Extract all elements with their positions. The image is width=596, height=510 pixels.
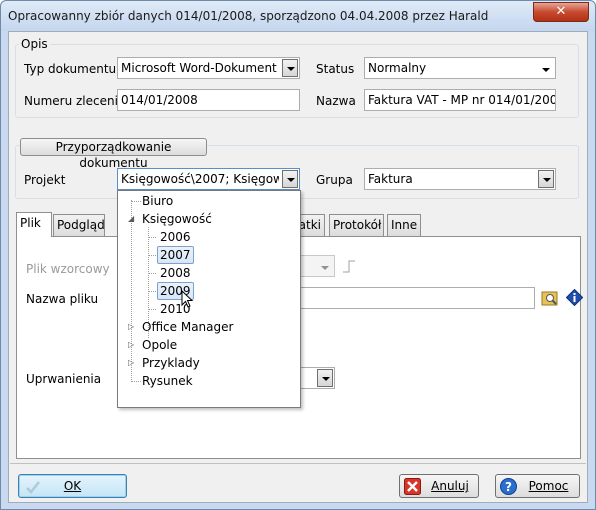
checkmark-icon [26,481,40,494]
mouse-cursor-icon [181,290,193,308]
collapsed-triangle-icon[interactable]: ▷ [128,341,136,349]
tree-guide-line [131,200,132,380]
numer-zlecenia-label: Numeru zlecenia [24,94,126,108]
tree-item-opole[interactable]: Opole [140,337,179,355]
tree-item-2007[interactable]: 2007 [157,246,194,264]
tree-item-przyklady[interactable]: Przyklady [140,355,202,373]
uprawnienia-label: Uprwanienia [26,372,102,386]
grupa-value: Faktura [368,172,413,186]
collapsed-triangle-icon[interactable]: ▷ [128,359,136,367]
tree-guide-line [148,273,156,274]
tree-item-office-manager[interactable]: Office Manager [140,319,235,337]
projekt-value: Księgowość\2007; Księgowość [121,172,279,186]
chevron-down-icon[interactable] [538,61,552,75]
typ-dokumentu-value: Microsoft Word-Dokument [121,61,277,75]
numer-zlecenia-value: 014/01/2008 [121,93,198,107]
tree-item-2006[interactable]: 2006 [158,229,193,247]
cancel-label: Anuluj [431,479,469,493]
tree-guide-line [148,255,156,256]
nazwa-pliku-label: Nazwa pliku [26,292,99,306]
info-icon[interactable] [566,289,583,306]
przyporzadkowanie-button[interactable]: Przyporządkowanie dokumentu [20,138,207,170]
help-button[interactable]: ? Pomoc [495,474,580,498]
typ-dokumentu-label: Typ dokumentu [24,62,117,76]
tab-plik[interactable]: Plik [16,212,52,237]
tree-item-ksiegowosc[interactable]: Księgowość [140,211,214,229]
dialog-window: Opracowanny zbiór danych 014/01/2008, sp… [0,0,596,510]
chevron-down-icon[interactable] [282,59,298,77]
status-value: Normalny [368,61,427,75]
nazwa-field[interactable]: Faktura VAT - MP nr 014/01/2008 [364,89,556,111]
tree-guide-line [148,291,156,292]
tree-guide-line [148,237,156,238]
chevron-down-icon[interactable] [317,369,333,387]
status-select[interactable]: Normalny [364,57,556,79]
close-icon: ✕ [555,4,567,19]
tree-guide-line [148,309,156,310]
ok-label: OK [63,479,82,493]
tree-item-2008[interactable]: 2008 [158,265,193,283]
tab-inne[interactable]: Inne [387,214,421,236]
chevron-down-icon[interactable] [282,170,298,188]
grupa-label: Grupa [316,173,353,187]
tab-protokol[interactable]: Protokół [329,214,384,236]
window-title: Opracowanny zbiór danych 014/01/2008, sp… [8,9,489,23]
cancel-button[interactable]: Anuluj [399,474,479,498]
expanded-triangle-icon[interactable]: ◢ [128,215,136,223]
tree-item-rysunek[interactable]: Rysunek [140,373,195,391]
projekt-label: Projekt [24,173,66,187]
chevron-down-icon[interactable] [317,259,331,273]
status-label: Status [316,62,355,76]
svg-text:?: ? [505,480,512,494]
chevron-down-icon[interactable] [538,170,554,188]
cancel-x-icon [404,478,421,495]
nazwa-value: Faktura VAT - MP nr 014/01/2008 [368,93,556,107]
numer-zlecenia-field[interactable]: 014/01/2008 [117,89,300,111]
footer-separator [10,463,586,464]
nazwa-label: Nazwa [316,94,356,108]
projekt-dropdown-tree[interactable]: Biuro ◢ Księgowość 2006 2007 2008 2009 2… [117,190,301,408]
tab-podglad[interactable]: Podgląd [53,214,105,236]
close-button[interactable]: ✕ [533,2,589,22]
ok-button[interactable]: OK [18,474,127,498]
title-bar[interactable]: Opracowanny zbiór danych 014/01/2008, sp… [1,1,595,31]
tree-item-biuro[interactable]: Biuro [140,193,175,211]
opis-group-label: Opis [19,37,50,51]
step-connector-icon [343,260,355,273]
projekt-select[interactable]: Księgowość\2007; Księgowość [117,168,300,190]
collapsed-triangle-icon[interactable]: ▷ [128,323,136,331]
grupa-select[interactable]: Faktura [364,168,556,190]
dialog-client: Opis Typ dokumentu Microsoft Word-Dokume… [8,31,588,503]
plik-wzorcowy-label: Plik wzorcowy [26,262,110,276]
browse-file-icon[interactable] [541,289,559,307]
help-question-icon: ? [500,478,517,495]
help-label: Pomoc [528,479,569,493]
typ-dokumentu-select[interactable]: Microsoft Word-Dokument [117,57,300,79]
